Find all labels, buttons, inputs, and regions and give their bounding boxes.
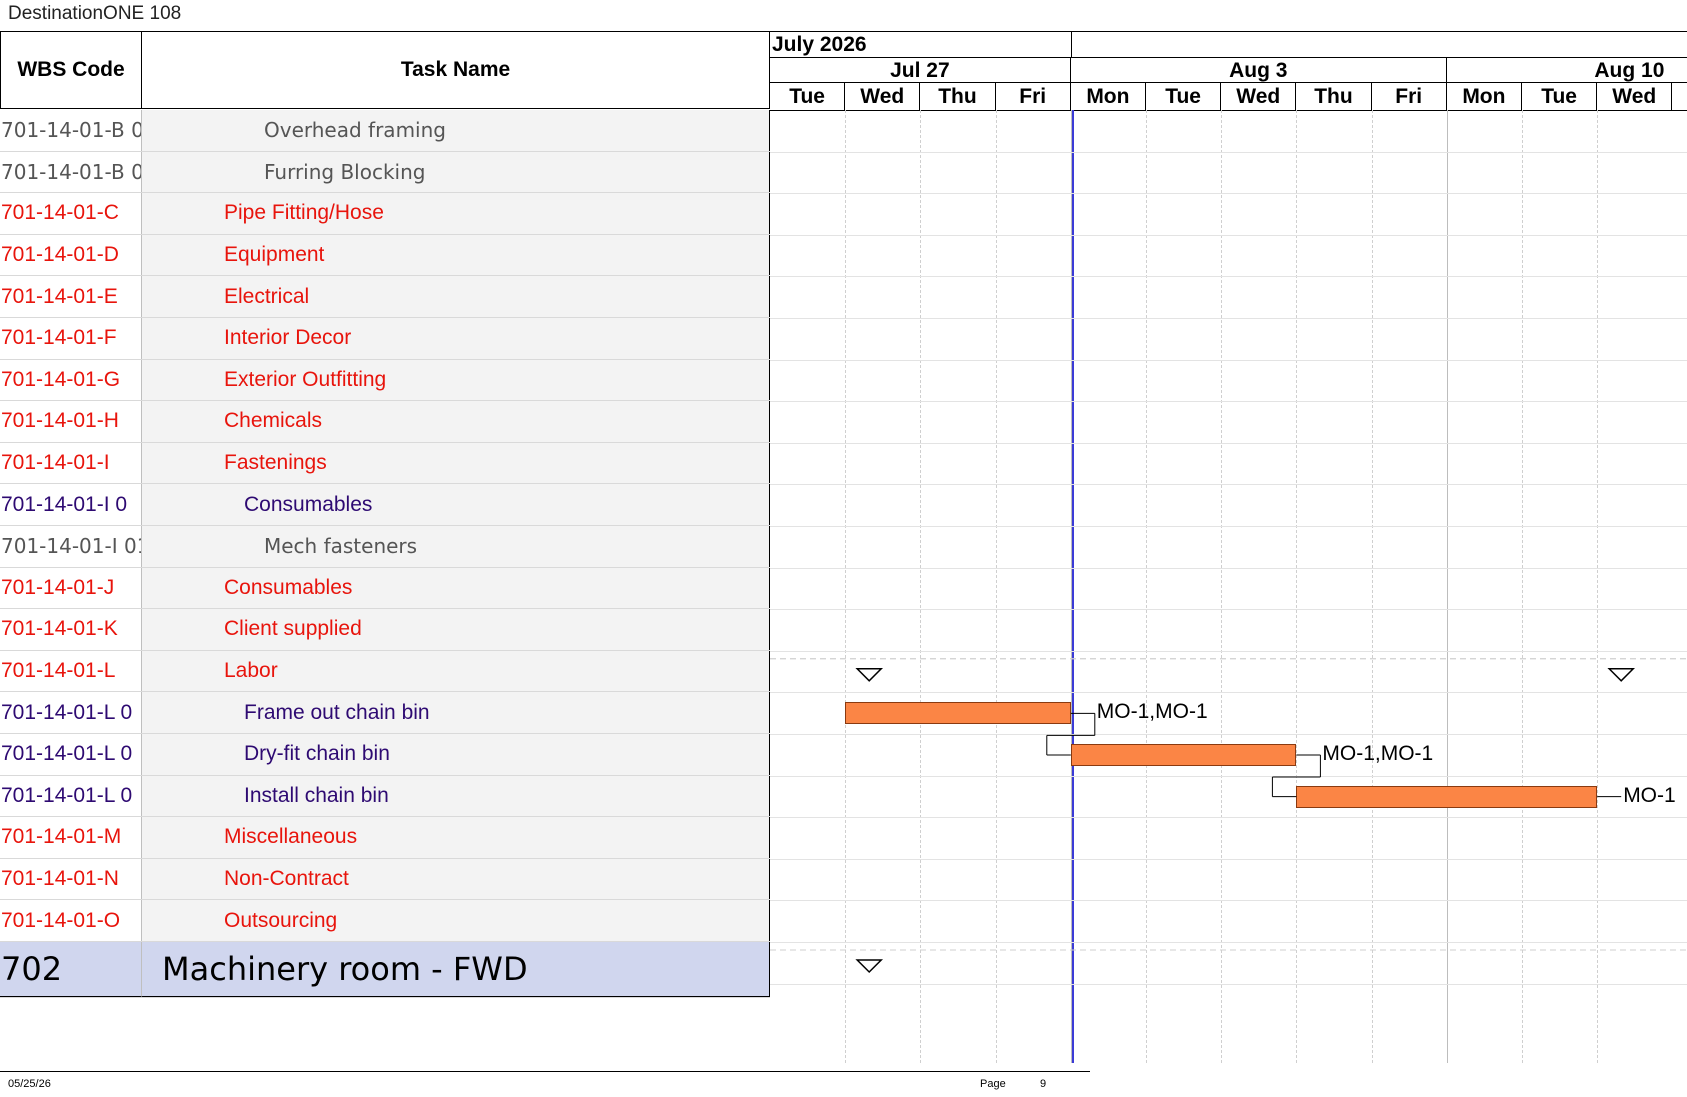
wbs-code-cell[interactable]: 701-14-01-D [0, 234, 142, 276]
timescale-day-label: Tue [1146, 83, 1222, 110]
table-row[interactable]: 701-14-01-L 0 Frame out chain bin [0, 692, 770, 734]
table-row[interactable]: 701-14-01-I Fastenings [0, 442, 770, 485]
wbs-code-cell[interactable]: 701-14-01-H [0, 401, 142, 442]
timescale-day-label: Mon [1447, 83, 1522, 110]
wbs-code-cell[interactable]: 702 [0, 942, 142, 997]
task-name-cell[interactable]: Electrical [142, 276, 770, 317]
wbs-code-cell[interactable]: 701-14-01-L 0 [0, 734, 142, 775]
timescale-day-label: Fri [996, 83, 1071, 110]
wbs-code-cell[interactable]: 701-14-01-I [0, 442, 142, 484]
wbs-code-cell[interactable]: 701-14-01-J [0, 567, 142, 609]
footer-date: 05/25/26 [8, 1078, 51, 1090]
task-name-cell[interactable]: Interior Decor [142, 318, 770, 359]
wbs-code-cell[interactable]: 701-14-01-N [0, 858, 142, 900]
summary-marker-icon [1607, 668, 1636, 682]
wbs-code-cell[interactable]: 701-14-01-I 01 [0, 526, 142, 567]
wbs-code-cell[interactable]: 701-14-01-K [0, 609, 142, 650]
task-name-cell[interactable]: Outsourcing [142, 900, 770, 941]
timescale-header: July 2026 Jul 27 Aug 3 Aug 10 Tue Wed Thu Fri… [770, 31, 1687, 111]
task-name-cell[interactable]: Pipe Fitting/Hose [142, 193, 770, 234]
timescale-day-label: Wed [845, 83, 921, 110]
footer-divider [0, 1071, 1090, 1072]
table-row[interactable]: 701-14-01-C Pipe Fitting/Hose [0, 193, 770, 235]
table-row[interactable]: 701-14-01-M Miscellaneous [0, 817, 770, 859]
task-name-cell[interactable]: Client supplied [142, 609, 770, 650]
timescale-week-label: Aug 3 [1071, 58, 1447, 83]
table-row[interactable]: 701-14-01-O Outsourcing [0, 900, 770, 942]
task-name-cell[interactable]: Exterior Outfitting [142, 359, 770, 401]
wbs-code-cell[interactable]: 701-14-01-B 01 [0, 110, 142, 151]
task-name-cell[interactable]: Frame out chain bin [142, 692, 770, 733]
table-row[interactable]: 701-14-01-J Consumables [0, 567, 770, 610]
table-row[interactable]: 701-14-01-B 01 Furring Blocking [0, 151, 770, 194]
timescale-weeks: Jul 27 Aug 3 Aug 10 [770, 57, 1687, 83]
summary-marker-icon [855, 959, 884, 974]
timescale-day-label: Tue [770, 83, 846, 110]
summary-marker-icon [855, 668, 884, 682]
timescale-week-label: Jul 27 [770, 58, 1071, 83]
table-row[interactable]: 702 Machinery room - FWD [0, 942, 770, 998]
footer-page-number: 9 [1040, 1078, 1047, 1090]
timescale-day-label: Mon [1071, 83, 1146, 110]
wbs-code-cell[interactable]: 701-14-01-C [0, 193, 142, 234]
task-name-cell[interactable]: Equipment [142, 234, 770, 276]
table-row[interactable]: 701-14-01-I 01 Mech fasteners [0, 526, 770, 568]
task-name-cell[interactable]: Consumables [142, 484, 770, 525]
gantt-frame: WBS Code Task Name 701-14-01-B 01 Overhea… [0, 31, 1687, 1063]
timescale-day-label: Fri [1372, 83, 1447, 110]
wbs-code-cell[interactable]: 701-14-01-I 0 [0, 484, 142, 525]
task-name-cell[interactable]: Mech fasteners [142, 526, 770, 567]
table-row[interactable]: 701-14-01-I 0 Consumables [0, 484, 770, 526]
table-row[interactable]: 701-14-01-K Client supplied [0, 609, 770, 651]
document-title: DestinationONE 108 [8, 3, 182, 24]
timescale-day-label: Tue [1522, 83, 1598, 110]
table-row[interactable]: 701-14-01-G Exterior Outfitting [0, 359, 770, 402]
timescale-day-label: Thu [920, 83, 996, 110]
timescale-month: July 2026 [770, 32, 1072, 57]
table-row[interactable]: 701-14-01-E Electrical [0, 276, 770, 318]
wbs-code-cell[interactable]: 701-14-01-F [0, 318, 142, 359]
task-name-cell[interactable]: Miscellaneous [142, 817, 770, 858]
wbs-code-cell[interactable]: 701-14-01-M [0, 817, 142, 858]
table-row[interactable]: 701-14-01-L Labor [0, 650, 770, 693]
table-row[interactable]: 701-14-01-D Equipment [0, 234, 770, 277]
task-name-cell[interactable]: Chemicals [142, 401, 770, 442]
task-name-cell[interactable]: Consumables [142, 567, 770, 609]
timescale-day-label: Wed [1597, 83, 1673, 110]
task-name-cell[interactable]: Install chain bin [142, 775, 770, 817]
task-name-column-header[interactable]: Task Name [142, 31, 770, 109]
table-row[interactable]: 701-14-01-N Non-Contract [0, 858, 770, 901]
task-name-cell[interactable]: Dry-fit chain bin [142, 734, 770, 775]
task-name-cell[interactable]: Furring Blocking [142, 151, 770, 193]
wbs-code-cell[interactable]: 701-14-01-B 01 [0, 151, 142, 193]
wbs-code-cell[interactable]: 701-14-01-L 0 [0, 775, 142, 817]
table-row[interactable]: 701-14-01-B 01 Overhead framing [0, 110, 770, 152]
table-row[interactable]: 701-14-01-L 0 Dry-fit chain bin [0, 734, 770, 776]
task-name-cell[interactable]: Labor [142, 650, 770, 692]
footer-page-label: Page [980, 1078, 1006, 1090]
dependency-connectors [770, 658, 1687, 974]
wbs-code-cell[interactable]: 701-14-01-O [0, 900, 142, 941]
timescale-days: Tue Wed Thu Fri Mon Tue Wed Thu Fri Mon Tue Wed [770, 83, 1687, 110]
timescale-day-label: Wed [1221, 83, 1297, 110]
wbs-code-cell[interactable]: 701-14-01-G [0, 359, 142, 401]
wbs-code-cell[interactable]: 701-14-01-E [0, 276, 142, 317]
task-name-cell[interactable]: Machinery room - FWD [142, 942, 770, 997]
task-name-cell[interactable]: Non-Contract [142, 858, 770, 900]
wbs-code-cell[interactable]: 701-14-01-L 0 [0, 692, 142, 733]
table-row[interactable]: 701-14-01-L 0 Install chain bin [0, 775, 770, 818]
task-name-cell[interactable]: Fastenings [142, 442, 770, 484]
timescale-day-label: Thu [1296, 83, 1372, 110]
wbs-code-cell[interactable]: 701-14-01-L [0, 650, 142, 692]
table-row[interactable]: 701-14-01-F Interior Decor [0, 318, 770, 360]
table-row[interactable]: 701-14-01-H Chemicals [0, 401, 770, 443]
task-name-cell[interactable]: Overhead framing [142, 110, 770, 151]
wbs-column-header[interactable]: WBS Code [0, 31, 142, 109]
gantt-chart-area[interactable]: MO-1,MO-1 MO-1,MO-1 MO-1 [770, 110, 1687, 1063]
timescale-week-label: Aug 10 [1594, 59, 1665, 82]
